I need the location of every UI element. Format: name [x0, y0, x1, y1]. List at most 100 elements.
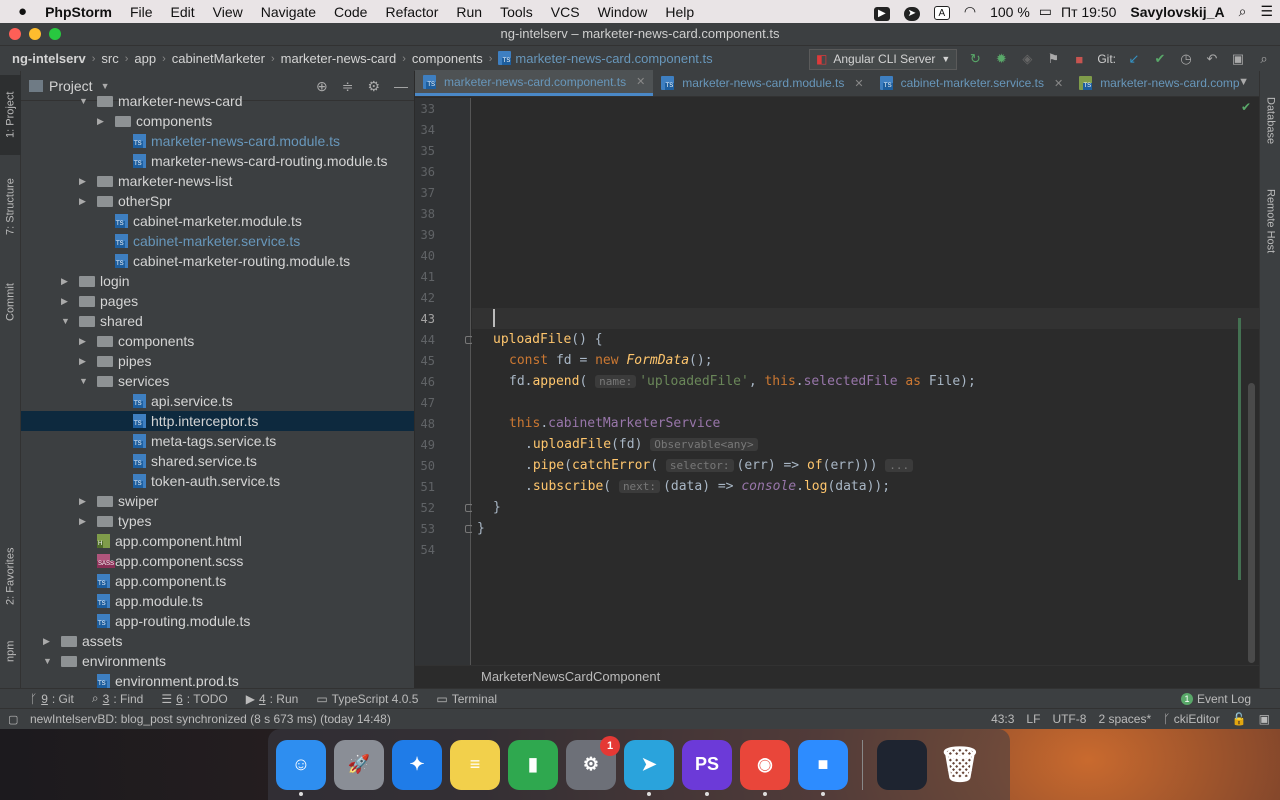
dock-chrome-icon[interactable]: ◉ — [740, 739, 790, 796]
dock-system-preferences-icon[interactable]: ⚙ 1 — [566, 735, 620, 790]
chevron-right-icon[interactable]: ▶ — [61, 271, 68, 291]
tree-file[interactable]: app.component.ts — [21, 571, 414, 591]
crumb-cabinetmarketer[interactable]: cabinetMarketer — [166, 51, 271, 66]
stop-icon[interactable]: ■ — [1071, 51, 1087, 67]
crumb-components[interactable]: components — [406, 51, 489, 66]
tree-folder[interactable]: ▶ types — [21, 511, 414, 531]
user-name[interactable]: Savylovskij_A — [1123, 4, 1231, 20]
menu-run[interactable]: Run — [447, 4, 491, 20]
rerun-icon[interactable]: ↻ — [967, 51, 983, 67]
chevron-down-icon[interactable]: ▼ — [101, 81, 110, 91]
menu-view[interactable]: View — [204, 4, 252, 20]
tree-file[interactable]: shared.service.ts — [21, 451, 414, 471]
tab-marketer-news-card-module[interactable]: marketer-news-card.module.ts ✕ — [653, 70, 871, 96]
crumb-app[interactable]: app — [128, 51, 162, 66]
close-tab-icon[interactable]: ✕ — [1054, 77, 1063, 90]
inspection-ok-icon[interactable]: ✔ — [1241, 100, 1251, 114]
close-window-button[interactable] — [9, 28, 21, 40]
tree-file[interactable]: marketer-news-card-routing.module.ts — [21, 151, 414, 171]
tree-file[interactable]: cabinet-marketer-routing.module.ts — [21, 251, 414, 271]
tree-file[interactable]: http.interceptor.ts — [21, 411, 414, 431]
tool-tab-commit[interactable]: Commit — [0, 267, 21, 337]
tabs-overflow-icon[interactable]: ▼ — [1238, 76, 1249, 88]
location-icon[interactable]: ➤ — [897, 3, 927, 21]
dock-minimized-window-icon[interactable] — [877, 739, 927, 790]
tree-folder[interactable]: ▶ assets — [21, 631, 414, 651]
spotlight-icon[interactable]: ⌕ — [1232, 3, 1254, 20]
dock-notes-icon[interactable]: ≡ — [450, 739, 500, 790]
dock-finder-icon[interactable]: ☺ — [276, 739, 326, 796]
chevron-right-icon[interactable]: ▶ — [79, 331, 86, 351]
app-menu[interactable]: PhpStorm — [36, 4, 121, 20]
dock-launchpad-icon[interactable]: 🚀 — [334, 739, 384, 790]
dock-safari-icon[interactable]: ✦ — [392, 739, 442, 790]
tree-folder[interactable]: ▼ services — [21, 371, 414, 391]
menu-file[interactable]: File — [121, 4, 162, 20]
close-tab-icon[interactable]: ✕ — [854, 77, 863, 90]
tree-folder[interactable]: ▶ otherSpr — [21, 191, 414, 211]
editor-scrollbar[interactable] — [1248, 383, 1255, 663]
tree-file[interactable]: app.module.ts — [21, 591, 414, 611]
tool-git[interactable]: ᚴ9: Git — [0, 692, 83, 706]
status-panel-icon[interactable]: ▢ — [8, 713, 18, 726]
run-configuration-select[interactable]: ◧ Angular CLI Server ▼ — [809, 48, 958, 70]
git-branch[interactable]: ᚴ ckiEditor — [1163, 712, 1220, 726]
menu-navigate[interactable]: Navigate — [252, 4, 325, 20]
chevron-right-icon[interactable]: ▶ — [79, 491, 86, 511]
tree-folder[interactable]: ▶ components — [21, 331, 414, 351]
chevron-right-icon[interactable]: ▶ — [79, 351, 86, 371]
tool-tab-project[interactable]: 1: Project — [0, 75, 21, 155]
dock-phpstorm-icon[interactable]: PS — [682, 739, 732, 796]
memory-indicator-icon[interactable]: ▣ — [1259, 712, 1270, 726]
tool-todo[interactable]: ☰ 6: TODO — [152, 692, 236, 706]
wifi-icon[interactable]: ◠ — [957, 3, 983, 20]
chevron-right-icon[interactable]: ▶ — [79, 191, 86, 211]
tree-file[interactable]: api.service.ts — [21, 391, 414, 411]
caret-position[interactable]: 43:3 — [991, 712, 1014, 726]
layout-icon[interactable]: ▣ — [1230, 51, 1246, 67]
menu-edit[interactable]: Edit — [162, 4, 204, 20]
chevron-down-icon[interactable]: ▼ — [61, 311, 70, 331]
chevron-down-icon[interactable]: ▼ — [79, 91, 88, 111]
tree-file[interactable]: environment.prod.ts — [21, 671, 414, 688]
folded-code-hint[interactable]: ... — [885, 459, 914, 472]
tool-event-log[interactable]: 1 Event Log — [1172, 692, 1260, 706]
chevron-right-icon[interactable]: ▶ — [61, 291, 68, 311]
menu-vcs[interactable]: VCS — [542, 4, 589, 20]
tree-folder[interactable]: ▼ shared — [21, 311, 414, 331]
tree-folder[interactable]: ▶ pages — [21, 291, 414, 311]
chevron-right-icon[interactable]: ▶ — [79, 511, 86, 531]
crumb-marketer-news-card[interactable]: marketer-news-card — [275, 51, 403, 66]
tool-terminal[interactable]: ▭ Terminal — [427, 692, 506, 706]
status-message[interactable]: newIntelservBD: blog_post synchronized (… — [0, 712, 391, 726]
tree-file[interactable]: app.component.scss — [21, 551, 414, 571]
tree-folder[interactable]: ▶ login — [21, 271, 414, 291]
maximize-window-button[interactable] — [49, 28, 61, 40]
dock-trash-icon[interactable]: 🗑 — [935, 740, 985, 790]
tab-marketer-news-card-comp[interactable]: marketer-news-card.comp — [1071, 70, 1247, 96]
tree-folder[interactable]: ▶ swiper — [21, 491, 414, 511]
tool-find[interactable]: ⌕ 3: Find — [83, 691, 152, 706]
git-history-icon[interactable]: ◷ — [1178, 51, 1194, 67]
dock-numbers-icon[interactable]: ▮ — [508, 739, 558, 790]
tree-file[interactable]: cabinet-marketer.module.ts — [21, 211, 414, 231]
tree-folder[interactable]: ▶ components — [21, 111, 414, 131]
crumb-current-file[interactable]: marketer-news-card.component.ts — [492, 51, 718, 66]
tool-tab-npm[interactable]: npm — [0, 631, 21, 671]
apple-menu-icon[interactable]: ● — [0, 3, 36, 20]
menu-refactor[interactable]: Refactor — [376, 4, 447, 20]
crumb-src[interactable]: src — [95, 51, 124, 66]
menu-window[interactable]: Window — [589, 4, 657, 20]
clock[interactable]: Пт 19:50 — [1054, 4, 1123, 20]
minimize-window-button[interactable] — [29, 28, 41, 40]
notification-center-icon[interactable]: ☰ — [1253, 3, 1280, 20]
tree-folder[interactable]: ▶ marketer-news-list — [21, 171, 414, 191]
tree-folder[interactable]: ▼ environments — [21, 651, 414, 671]
git-commit-icon[interactable]: ✔ — [1152, 51, 1168, 67]
tool-typescript[interactable]: ▭ TypeScript 4.0.5 — [307, 692, 427, 706]
menu-tools[interactable]: Tools — [491, 4, 542, 20]
tab-cabinet-marketer-service[interactable]: cabinet-marketer.service.ts ✕ — [872, 70, 1072, 96]
dock-telegram-icon[interactable]: ➤ — [624, 739, 674, 796]
tree-folder[interactable]: ▶ pipes — [21, 351, 414, 371]
chevron-down-icon[interactable]: ▼ — [43, 651, 52, 671]
